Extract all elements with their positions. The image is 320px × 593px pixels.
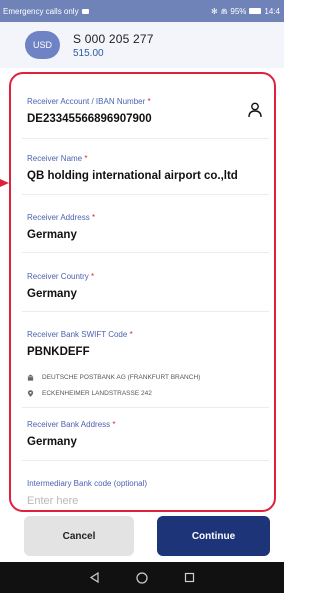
- divider: [22, 252, 269, 253]
- receiver-country-field[interactable]: Receiver Country * Germany: [27, 272, 267, 300]
- battery-icon: [249, 8, 262, 14]
- system-nav-bar: [0, 562, 284, 593]
- receiver-address-label: Receiver Address: [27, 213, 90, 222]
- receiver-address-field[interactable]: Receiver Address * Germany: [27, 213, 267, 241]
- divider: [22, 407, 269, 408]
- battery-percent: 95%: [230, 6, 247, 16]
- receiver-address-input[interactable]: Germany: [27, 229, 267, 241]
- receiver-country-input[interactable]: Germany: [27, 288, 267, 300]
- required-mark: *: [129, 330, 133, 339]
- bank-address-field[interactable]: Receiver Bank Address * Germany: [27, 420, 267, 448]
- transfer-screen: Emergency calls only ✻ ⋒ 95% 14:4 USD S …: [0, 0, 284, 593]
- annotation-arrow: [0, 179, 9, 187]
- required-mark: *: [91, 272, 95, 281]
- intermediary-input[interactable]: Enter here: [27, 495, 267, 507]
- swift-code-label: Receiver Bank SWIFT Code: [27, 330, 128, 339]
- receiver-account-input[interactable]: DE23345566896907900: [27, 113, 267, 125]
- account-number: S 000 205 277: [73, 31, 154, 46]
- back-icon[interactable]: [89, 572, 100, 583]
- person-icon[interactable]: [248, 102, 262, 118]
- divider: [22, 311, 269, 312]
- bank-address-input[interactable]: Germany: [27, 436, 267, 448]
- bank-icon: [27, 374, 34, 381]
- swift-code-field[interactable]: Receiver Bank SWIFT Code * PBNKDEFF: [27, 330, 267, 358]
- source-account[interactable]: USD S 000 205 277 515.00: [0, 22, 284, 68]
- bank-street-line: ECKENHEIMER LANDSTRASSE 242: [27, 390, 152, 397]
- bluetooth-icon: ✻: [211, 6, 218, 16]
- status-time: 14:4: [264, 6, 280, 16]
- receiver-country-label: Receiver Country: [27, 272, 89, 281]
- divider: [22, 460, 269, 461]
- receiver-name-field[interactable]: Receiver Name * QB holding international…: [27, 154, 267, 182]
- signal-icon: ⋒: [220, 6, 228, 16]
- status-carrier-text: Emergency calls only: [3, 6, 79, 16]
- location-pin-icon: [27, 390, 34, 397]
- receiver-name-label: Receiver Name: [27, 154, 83, 163]
- currency-badge: USD: [25, 31, 60, 59]
- required-mark: *: [112, 420, 116, 429]
- receiver-account-field[interactable]: Receiver Account / IBAN Number * DE23345…: [27, 97, 267, 125]
- divider: [22, 138, 269, 139]
- receiver-name-input[interactable]: QB holding international airport co.,ltd: [27, 170, 267, 182]
- cancel-button[interactable]: Cancel: [24, 516, 134, 556]
- account-balance: 515.00: [73, 47, 104, 59]
- bank-street: ECKENHEIMER LANDSTRASSE 242: [42, 390, 152, 397]
- continue-button[interactable]: Continue: [157, 516, 270, 556]
- bank-address-label: Receiver Bank Address: [27, 420, 111, 429]
- recents-icon[interactable]: [184, 572, 195, 583]
- swift-code-input[interactable]: PBNKDEFF: [27, 346, 267, 358]
- bank-name-line: DEUTSCHE POSTBANK AG (FRANKFURT BRANCH): [27, 374, 200, 381]
- home-icon[interactable]: [136, 571, 148, 584]
- status-bar: Emergency calls only ✻ ⋒ 95% 14:4: [0, 0, 284, 22]
- required-mark: *: [147, 97, 151, 106]
- message-icon: [81, 8, 89, 14]
- bank-name: DEUTSCHE POSTBANK AG (FRANKFURT BRANCH): [42, 374, 201, 381]
- required-mark: *: [84, 154, 88, 163]
- receiver-form: Receiver Account / IBAN Number * DE23345…: [9, 72, 276, 512]
- intermediary-label: Intermediary Bank code (optional): [27, 479, 148, 488]
- intermediary-field[interactable]: Intermediary Bank code (optional) Enter …: [27, 479, 267, 507]
- required-mark: *: [91, 213, 96, 222]
- receiver-account-label: Receiver Account / IBAN Number: [27, 97, 146, 106]
- divider: [22, 194, 269, 195]
